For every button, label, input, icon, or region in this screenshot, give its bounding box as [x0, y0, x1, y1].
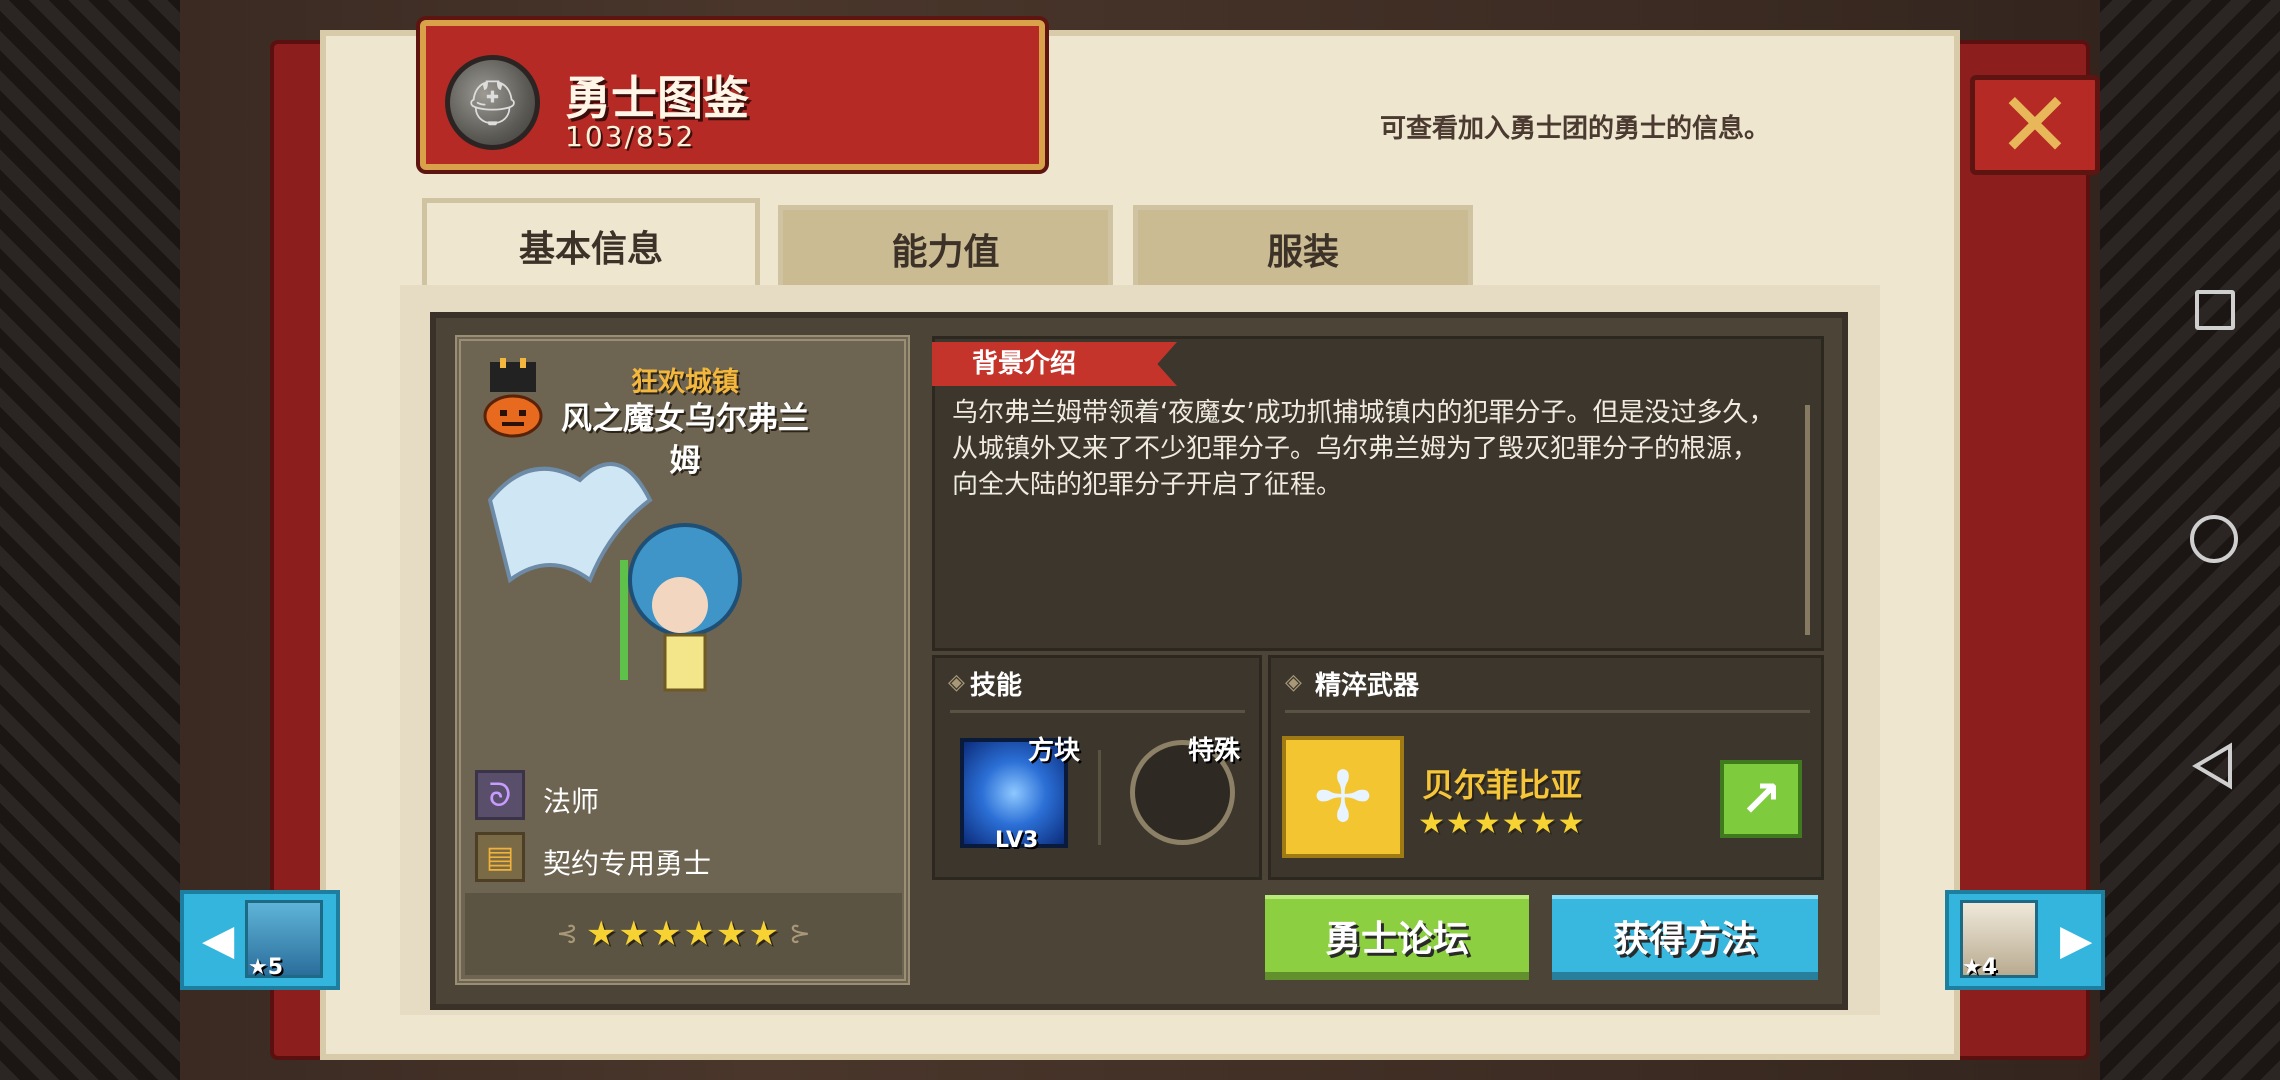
- tab-costume[interactable]: 服装: [1133, 205, 1473, 287]
- arrow-right-icon: ◈: [948, 670, 965, 695]
- skill-title: 技能: [970, 671, 1023, 701]
- divider: [1285, 710, 1810, 713]
- background-pattern-left: [0, 0, 180, 1080]
- weapon-title: 精淬武器: [1315, 671, 1420, 701]
- home-icon[interactable]: [2190, 515, 2238, 563]
- back-icon[interactable]: [2190, 742, 2238, 790]
- weapon-name: 贝尔菲比亚: [1422, 766, 1583, 804]
- next-hero-stars: ★4: [1962, 955, 1998, 980]
- story-text: 乌尔弗兰姆带领着‘夜魔女’成功抓捕城镇内的犯罪分子。但是没过多久，从城镇外又来了…: [952, 398, 1775, 500]
- chevron-right-icon: ▶: [2060, 915, 2093, 964]
- hero-rarity-bar: ⊰ ★★★★★★ ⊱: [465, 893, 902, 975]
- ornament-left-icon: ⊰: [556, 919, 579, 949]
- page-hint: 可查看加入勇士团的勇士的信息。: [1380, 114, 1771, 144]
- tab-basic-info[interactable]: 基本信息: [422, 198, 760, 288]
- hero-forum-button[interactable]: 勇士论坛: [1265, 895, 1529, 980]
- weapon-rarity-stars: ★★★★★★: [1418, 806, 1586, 841]
- helmet-icon: ⛑: [445, 55, 540, 150]
- collection-count: 103/852: [565, 120, 696, 153]
- page-title: 勇士图鉴: [565, 71, 749, 125]
- pumpkin-town-icon: [483, 358, 543, 438]
- obtain-method-button[interactable]: 获得方法: [1552, 895, 1818, 980]
- ornament-right-icon: ⊱: [788, 919, 811, 949]
- hero-contract-type: 契约专用勇士: [543, 847, 712, 880]
- skill-block-label: 方块: [1028, 736, 1081, 766]
- scroll-icon: ▤: [475, 832, 525, 882]
- story-scrollbar[interactable]: [1805, 405, 1810, 635]
- prev-hero-stars: ★5: [248, 955, 284, 980]
- close-icon: ✕: [1997, 72, 2073, 178]
- recent-apps-icon[interactable]: [2195, 290, 2235, 330]
- chevron-left-icon: ◀: [202, 915, 235, 964]
- tab-stats[interactable]: 能力值: [778, 205, 1113, 287]
- hero-region: 狂欢城镇: [631, 367, 739, 398]
- story-header: 背景介绍: [932, 342, 1177, 386]
- hero-rarity-stars: ★★★★★★: [586, 914, 781, 954]
- skill-level: LV3: [995, 828, 1039, 853]
- arrow-right-icon: ◈: [1285, 670, 1302, 695]
- close-button[interactable]: ✕: [1970, 72, 2100, 178]
- staff-weapon-icon[interactable]: ✢: [1282, 736, 1404, 858]
- hero-class: 法师: [543, 785, 600, 818]
- mage-class-icon: ᘐ: [475, 770, 525, 820]
- divider: [1098, 750, 1101, 845]
- divider: [950, 710, 1245, 713]
- weapon-detail-button[interactable]: ↗: [1720, 760, 1802, 838]
- arrow-up-right-icon: ↗: [1740, 770, 1782, 828]
- skill-special-label: 特殊: [1188, 736, 1241, 766]
- hero-sprite: [487, 462, 742, 692]
